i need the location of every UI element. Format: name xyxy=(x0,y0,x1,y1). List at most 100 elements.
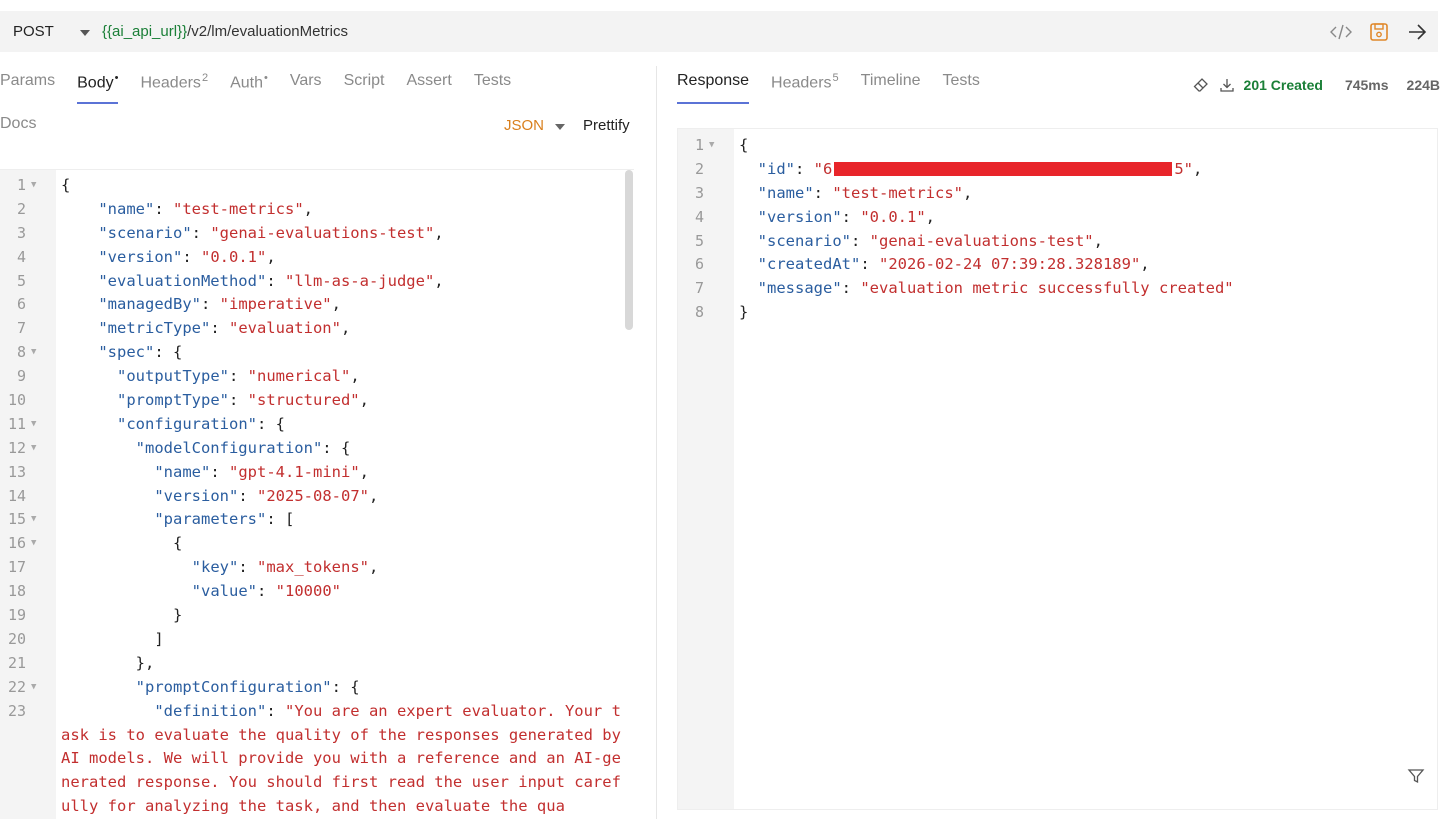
json-punct xyxy=(61,319,98,337)
tab-docs[interactable]: Docs xyxy=(0,115,36,133)
fold-toggle-icon[interactable]: ▼ xyxy=(31,676,36,700)
body-mode-select[interactable]: JSON xyxy=(504,117,566,134)
json-string: 5" xyxy=(1174,159,1194,178)
editor-scrollbar[interactable] xyxy=(625,170,633,330)
fold-toggle-icon[interactable]: ▼ xyxy=(31,437,36,461)
tab-label: Response xyxy=(677,72,750,89)
response-tabs: Response Headers5 Timeline Tests xyxy=(677,72,1002,105)
json-punct xyxy=(61,367,117,385)
tab-badge: 2 xyxy=(201,72,209,84)
json-key: "parameters" xyxy=(154,510,267,529)
code-line: 1 ▼ { xyxy=(695,134,1234,158)
line-number: 19 xyxy=(7,606,26,625)
filter-icon[interactable] xyxy=(1407,767,1425,785)
json-punct: : xyxy=(795,159,814,178)
json-punct xyxy=(61,678,136,696)
code-icon[interactable] xyxy=(1330,21,1352,43)
json-key: "name" xyxy=(154,462,211,481)
tab-assert[interactable]: Assert xyxy=(406,72,451,104)
json-string: "0.0.1" xyxy=(201,247,267,266)
code-line: 14 "version": "2025-08-07", xyxy=(8,485,624,509)
line-number: 6 xyxy=(16,295,26,314)
json-string: "numerical" xyxy=(247,367,351,386)
fold-toggle-icon[interactable]: ▼ xyxy=(31,532,36,556)
download-icon[interactable] xyxy=(1218,76,1236,94)
send-arrow-icon[interactable] xyxy=(1406,21,1428,43)
tab-tests[interactable]: Tests xyxy=(474,72,511,104)
json-punct: : xyxy=(266,271,285,290)
json-punct: , xyxy=(1193,159,1203,178)
line-number: 14 xyxy=(7,486,26,505)
request-body-editor[interactable]: 1 ▼{2 "name": "test-metrics", 3 "scenario"… xyxy=(0,169,634,819)
json-string: "6 xyxy=(813,159,833,178)
line-number: 5 xyxy=(694,231,704,250)
fold-toggle-icon[interactable]: ▼ xyxy=(31,341,36,365)
line-number: 23 xyxy=(7,701,26,720)
tab-auth[interactable]: Auth• xyxy=(230,72,268,104)
json-punct: : xyxy=(182,247,201,266)
code-line: 16 ▼ { xyxy=(8,532,624,556)
fold-toggle-icon[interactable]: ▼ xyxy=(31,174,36,198)
tab-body[interactable]: Body• xyxy=(77,72,119,105)
json-punct xyxy=(61,463,154,481)
redaction-bar xyxy=(834,162,1173,177)
json-punct: : xyxy=(200,295,220,314)
tab-label: Body xyxy=(77,74,114,92)
json-punct xyxy=(739,255,758,273)
json-punct: : xyxy=(238,486,257,505)
http-method[interactable]: POST xyxy=(13,23,65,40)
json-punct: : xyxy=(210,462,229,481)
code-line: 19 } xyxy=(8,604,624,628)
json-punct xyxy=(61,582,192,600)
json-punct xyxy=(61,248,98,266)
line-number: 6 xyxy=(694,255,704,274)
save-icon[interactable] xyxy=(1368,21,1390,43)
response-size: 224B xyxy=(1406,77,1440,93)
response-status-bar: 201 Created 745ms 224B xyxy=(1192,76,1440,94)
json-punct: , xyxy=(303,199,313,218)
fold-toggle-icon[interactable]: ▼ xyxy=(31,413,36,437)
response-tab-response[interactable]: Response xyxy=(677,72,750,105)
fold-toggle-icon[interactable]: ▼ xyxy=(31,508,36,532)
line-number: 9 xyxy=(16,367,26,386)
response-body-viewer[interactable]: 1 ▼{2 "id": "6 5", 3 "name": "test-metrics"… xyxy=(677,128,1438,810)
json-punct: , xyxy=(368,486,379,505)
tab-label: Headers xyxy=(771,74,832,92)
tab-params[interactable]: Params xyxy=(0,72,55,104)
url-variable: {{ai_api_url}} xyxy=(102,23,188,40)
json-string: "evaluation" xyxy=(228,319,341,338)
tab-script[interactable]: Script xyxy=(344,72,385,104)
tab-headers[interactable]: Headers2 xyxy=(140,72,208,104)
json-punct: , xyxy=(359,462,369,481)
json-key: "version" xyxy=(98,247,183,266)
json-punct xyxy=(61,415,117,433)
json-punct: : xyxy=(266,701,285,720)
json-punct: , xyxy=(963,183,973,202)
code-line: 4 "version": "0.0.1", xyxy=(695,206,1234,230)
json-punct: : { xyxy=(331,677,360,696)
chevron-down-icon[interactable] xyxy=(80,30,90,36)
tab-label: Vars xyxy=(289,72,322,89)
code-line: 15 ▼ "parameters": [ xyxy=(8,508,624,532)
url-input[interactable]: {{ai_api_url}}/v2/lm/evaluationMetrics xyxy=(102,23,348,40)
line-number: 5 xyxy=(16,271,26,290)
line-number: 2 xyxy=(16,199,26,218)
response-tab-tests[interactable]: Tests xyxy=(943,72,980,104)
response-tab-timeline[interactable]: Timeline xyxy=(861,72,921,104)
request-body-code: 1 ▼{2 "name": "test-metrics", 3 "scenario"… xyxy=(8,174,624,819)
json-string: "imperative" xyxy=(219,295,332,314)
code-line: 1 ▼ { xyxy=(17,174,624,198)
fold-toggle-icon[interactable]: ▼ xyxy=(709,134,714,158)
json-key: "configuration" xyxy=(117,414,257,433)
eraser-icon[interactable] xyxy=(1192,76,1210,94)
tab-vars[interactable]: Vars xyxy=(290,72,322,104)
json-string: "gpt-4.1-mini" xyxy=(229,462,360,481)
json-punct: : { xyxy=(154,343,183,362)
json-key: "version" xyxy=(154,486,239,505)
tab-label: Auth xyxy=(230,74,263,92)
prettify-button[interactable]: Prettify xyxy=(583,117,630,134)
json-punct: , xyxy=(434,223,444,242)
code-line: 5 "scenario": "genai-evaluations-test", xyxy=(695,230,1234,254)
pane-divider[interactable] xyxy=(656,66,657,819)
response-tab-headers[interactable]: Headers5 xyxy=(771,72,839,104)
